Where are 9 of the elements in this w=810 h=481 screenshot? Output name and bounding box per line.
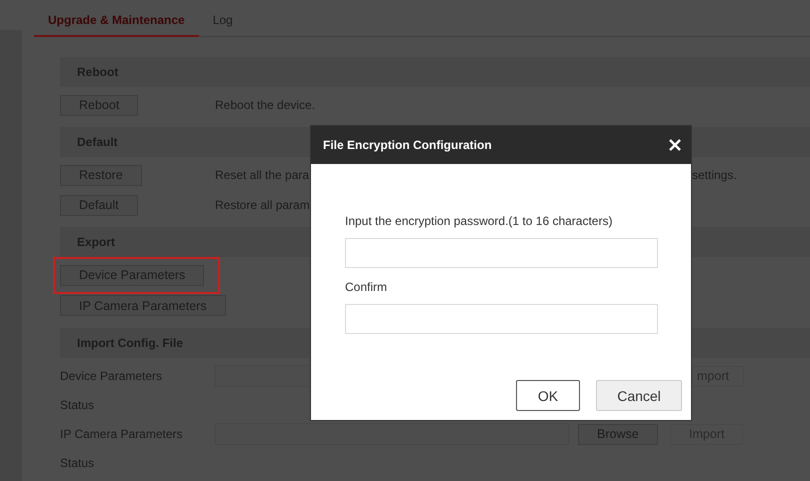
dialog-title: File Encryption Configuration xyxy=(323,138,492,152)
password-field[interactable] xyxy=(345,304,658,334)
password-field[interactable] xyxy=(345,238,658,268)
dialog-button[interactable]: Cancel xyxy=(596,380,682,411)
tab[interactable]: Upgrade & Maintenance xyxy=(34,13,199,37)
close-icon[interactable] xyxy=(669,139,681,151)
dialog-button[interactable]: OK xyxy=(516,380,580,411)
field-label: Input the encryption password.(1 to 16 characters) xyxy=(345,214,614,228)
field-label: Confirm xyxy=(345,280,388,294)
